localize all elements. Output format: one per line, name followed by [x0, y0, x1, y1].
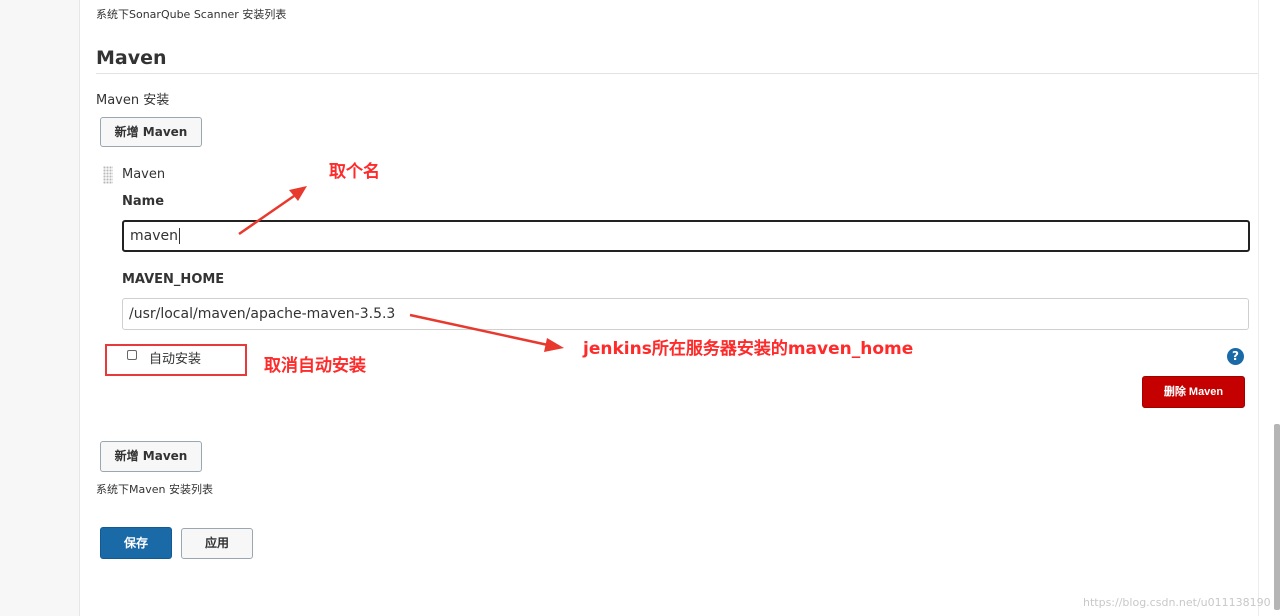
watermark-text: https://blog.csdn.net/u011138190	[1083, 596, 1271, 609]
annotation-arrows	[238, 186, 564, 352]
arrow-to-name-field	[238, 186, 307, 236]
arrow-to-home-note	[409, 313, 564, 352]
